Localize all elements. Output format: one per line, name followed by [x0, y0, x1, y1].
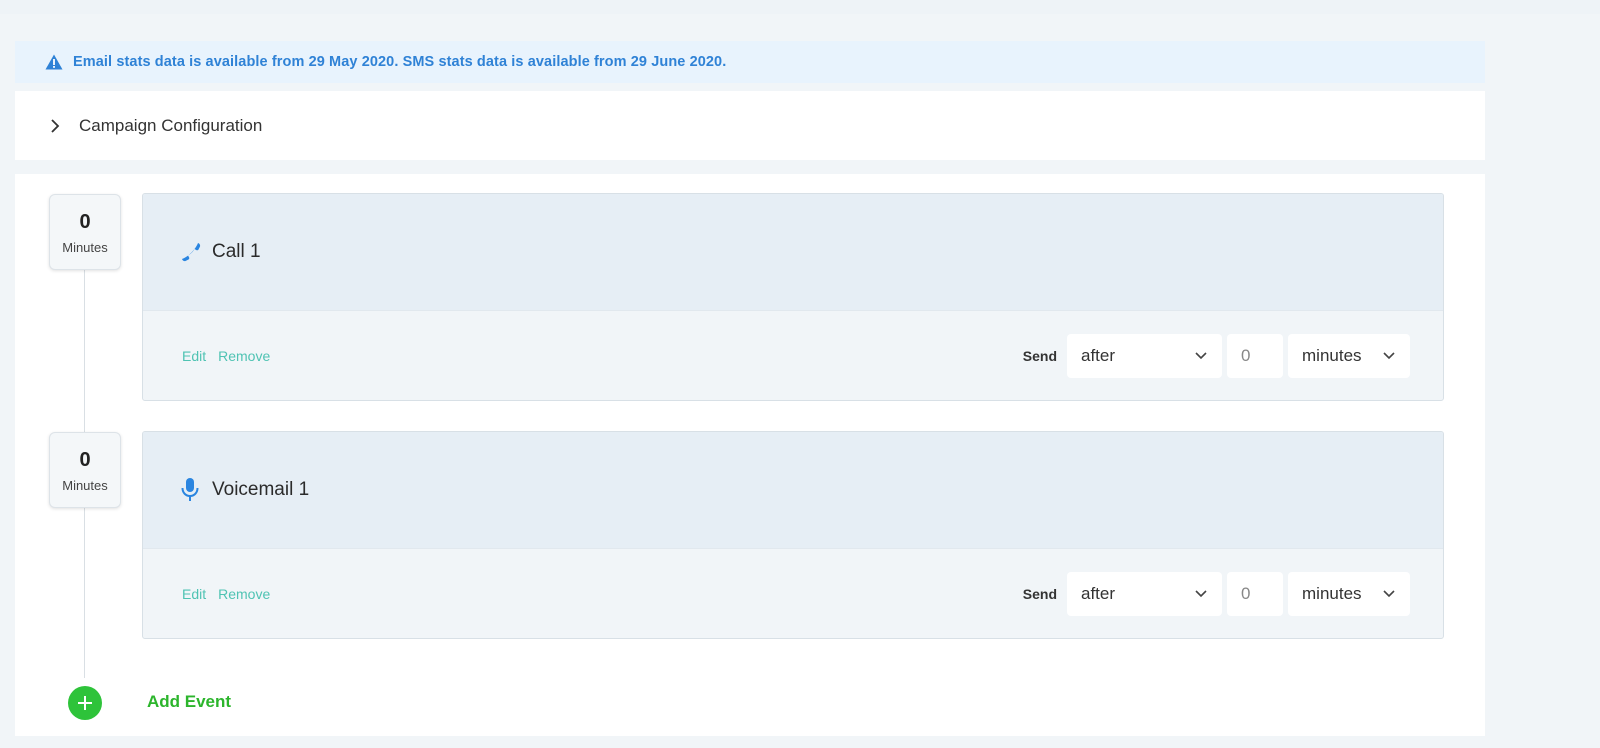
event-card-footer: Edit Remove Send after 0 minutes: [143, 311, 1443, 400]
unit-select[interactable]: minutes: [1288, 334, 1410, 378]
delay-unit: Minutes: [62, 239, 108, 255]
remove-link[interactable]: Remove: [218, 348, 270, 364]
chevron-down-icon: [1383, 590, 1395, 598]
amount-input-value: 0: [1241, 584, 1251, 603]
unit-select-value: minutes: [1302, 584, 1362, 603]
microphone-icon: [177, 477, 203, 503]
alert-message: Email stats data is available from 29 Ma…: [73, 54, 727, 70]
amount-input[interactable]: 0: [1227, 572, 1283, 616]
delay-badge: 0 Minutes: [49, 194, 121, 270]
event-card-footer: Edit Remove Send after 0 minutes: [143, 549, 1443, 638]
timing-select[interactable]: after: [1067, 572, 1222, 616]
add-event-button[interactable]: [68, 686, 102, 720]
timing-select-value: after: [1081, 346, 1116, 365]
chevron-right-icon: [49, 118, 63, 133]
delay-value: 0: [79, 210, 91, 233]
event-card-call: Call 1 Edit Remove Send after 0 minutes: [142, 193, 1444, 401]
chevron-down-icon: [1195, 352, 1207, 360]
chevron-down-icon: [1195, 590, 1207, 598]
add-event-label[interactable]: Add Event: [147, 692, 231, 712]
send-label: Send: [1022, 586, 1057, 602]
unit-select[interactable]: minutes: [1288, 572, 1410, 616]
event-title: Voicemail 1: [212, 479, 310, 500]
info-alert: Email stats data is available from 29 Ma…: [15, 41, 1485, 83]
event-card-header: Voicemail 1: [143, 432, 1443, 549]
amount-input[interactable]: 0: [1227, 334, 1283, 378]
event-card-voicemail: Voicemail 1 Edit Remove Send after 0 min…: [142, 431, 1444, 639]
chevron-down-icon: [1383, 352, 1395, 360]
edit-link[interactable]: Edit: [182, 348, 206, 364]
remove-link[interactable]: Remove: [218, 586, 270, 602]
send-label: Send: [1022, 348, 1057, 364]
warning-triangle-icon: [45, 52, 65, 72]
plus-icon: [78, 696, 92, 710]
edit-link[interactable]: Edit: [182, 586, 206, 602]
unit-select-value: minutes: [1302, 346, 1362, 365]
delay-unit: Minutes: [62, 477, 108, 493]
top-strip: [0, 0, 1600, 14]
phone-icon: [177, 239, 203, 265]
event-title: Call 1: [212, 241, 261, 262]
campaign-configuration-label: Campaign Configuration: [79, 115, 263, 135]
amount-input-value: 0: [1241, 346, 1251, 365]
delay-badge: 0 Minutes: [49, 432, 121, 508]
campaign-configuration-toggle[interactable]: Campaign Configuration: [15, 91, 1485, 160]
event-card-header: Call 1: [143, 194, 1443, 311]
timing-select[interactable]: after: [1067, 334, 1222, 378]
delay-value: 0: [79, 448, 91, 471]
timing-select-value: after: [1081, 584, 1116, 603]
